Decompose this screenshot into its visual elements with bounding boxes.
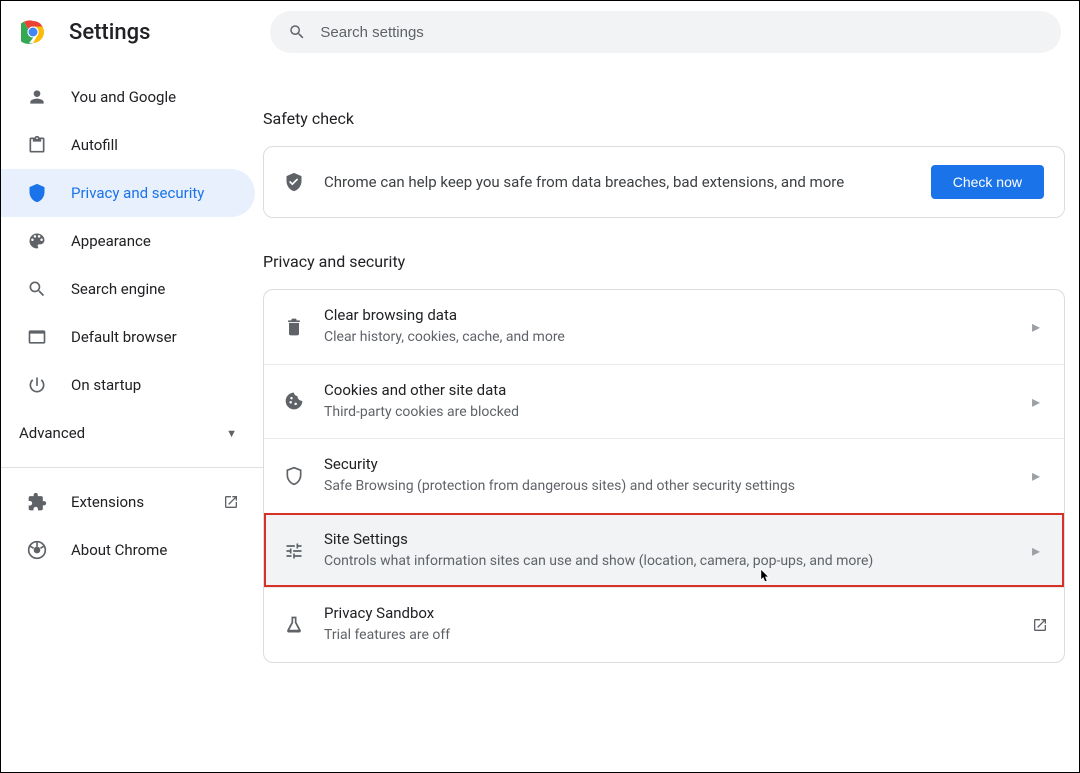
sidebar-item-default-browser[interactable]: Default browser <box>1 313 255 361</box>
sidebar: You and Google Autofill Privacy and secu… <box>1 63 263 663</box>
row-privacy-sandbox[interactable]: Privacy Sandbox Trial features are off <box>264 587 1064 662</box>
sidebar-item-label: On startup <box>71 376 141 394</box>
chevron-right-icon: ▸ <box>1032 466 1044 485</box>
chevron-right-icon: ▸ <box>1032 541 1044 560</box>
tune-icon <box>284 541 304 561</box>
row-site-settings[interactable]: Site Settings Controls what information … <box>264 513 1064 588</box>
sidebar-item-on-startup[interactable]: On startup <box>1 361 255 409</box>
open-external-icon <box>223 494 239 510</box>
sidebar-item-label: Appearance <box>71 232 151 250</box>
sidebar-item-search-engine[interactable]: Search engine <box>1 265 255 313</box>
clipboard-icon <box>27 135 47 155</box>
row-clear-browsing-data[interactable]: Clear browsing data Clear history, cooki… <box>264 290 1064 364</box>
sidebar-advanced-label: Advanced <box>19 424 85 442</box>
row-desc: Third-party cookies are blocked <box>324 403 1012 423</box>
safety-check-card: Chrome can help keep you safe from data … <box>263 146 1065 218</box>
palette-icon <box>27 231 47 251</box>
chevron-right-icon: ▸ <box>1032 317 1044 336</box>
chrome-logo-icon <box>21 20 45 44</box>
open-external-icon <box>1032 617 1044 633</box>
search-icon <box>27 279 47 299</box>
row-desc: Safe Browsing (protection from dangerous… <box>324 477 1012 497</box>
power-icon <box>27 375 47 395</box>
extension-icon <box>27 492 47 512</box>
row-title: Clear browsing data <box>324 306 1012 324</box>
person-icon <box>27 87 47 107</box>
row-title: Site Settings <box>324 530 1012 548</box>
sidebar-item-label: About Chrome <box>71 541 167 559</box>
check-now-button[interactable]: Check now <box>931 165 1044 199</box>
shield-outline-icon <box>284 466 304 486</box>
row-desc: Trial features are off <box>324 626 1012 646</box>
row-title: Cookies and other site data <box>324 381 1012 399</box>
header: Settings <box>1 1 1079 63</box>
chevron-down-icon: ▼ <box>226 427 237 440</box>
sidebar-item-label: Search engine <box>71 280 165 298</box>
page-title: Settings <box>69 20 150 45</box>
main-content: Safety check Chrome can help keep you sa… <box>263 63 1079 663</box>
sidebar-item-about-chrome[interactable]: About Chrome <box>1 526 255 574</box>
privacy-section-title: Privacy and security <box>263 252 1065 271</box>
chevron-right-icon: ▸ <box>1032 392 1044 411</box>
search-input[interactable] <box>320 24 1043 41</box>
row-title: Privacy Sandbox <box>324 604 1012 622</box>
flask-icon <box>284 615 304 635</box>
sidebar-item-label: Autofill <box>71 136 118 154</box>
shield-icon <box>27 183 47 203</box>
row-cookies[interactable]: Cookies and other site data Third-party … <box>264 364 1064 439</box>
row-title: Security <box>324 455 1012 473</box>
sidebar-item-autofill[interactable]: Autofill <box>1 121 255 169</box>
privacy-card-list: Clear browsing data Clear history, cooki… <box>263 289 1065 663</box>
sidebar-item-extensions[interactable]: Extensions <box>1 478 223 526</box>
sidebar-item-privacy-security[interactable]: Privacy and security <box>1 169 255 217</box>
safety-check-title: Safety check <box>263 109 1065 128</box>
row-security[interactable]: Security Safe Browsing (protection from … <box>264 438 1064 513</box>
sidebar-item-appearance[interactable]: Appearance <box>1 217 255 265</box>
sidebar-item-you-and-google[interactable]: You and Google <box>1 73 255 121</box>
sidebar-item-label: Default browser <box>71 328 177 346</box>
search-bar[interactable] <box>270 11 1061 53</box>
sidebar-item-label: Extensions <box>71 493 144 511</box>
safety-check-desc: Chrome can help keep you safe from data … <box>324 171 911 194</box>
browser-icon <box>27 327 47 347</box>
trash-icon <box>284 317 304 337</box>
row-desc: Clear history, cookies, cache, and more <box>324 328 1012 348</box>
sidebar-advanced-toggle[interactable]: Advanced ▼ <box>1 409 263 457</box>
row-desc: Controls what information sites can use … <box>324 552 1012 572</box>
shield-check-icon <box>284 172 304 192</box>
chrome-icon <box>27 540 47 560</box>
divider <box>1 467 263 468</box>
sidebar-item-label: Privacy and security <box>71 184 204 202</box>
sidebar-item-label: You and Google <box>71 88 176 106</box>
search-icon <box>288 23 306 41</box>
cookie-icon <box>284 391 304 411</box>
